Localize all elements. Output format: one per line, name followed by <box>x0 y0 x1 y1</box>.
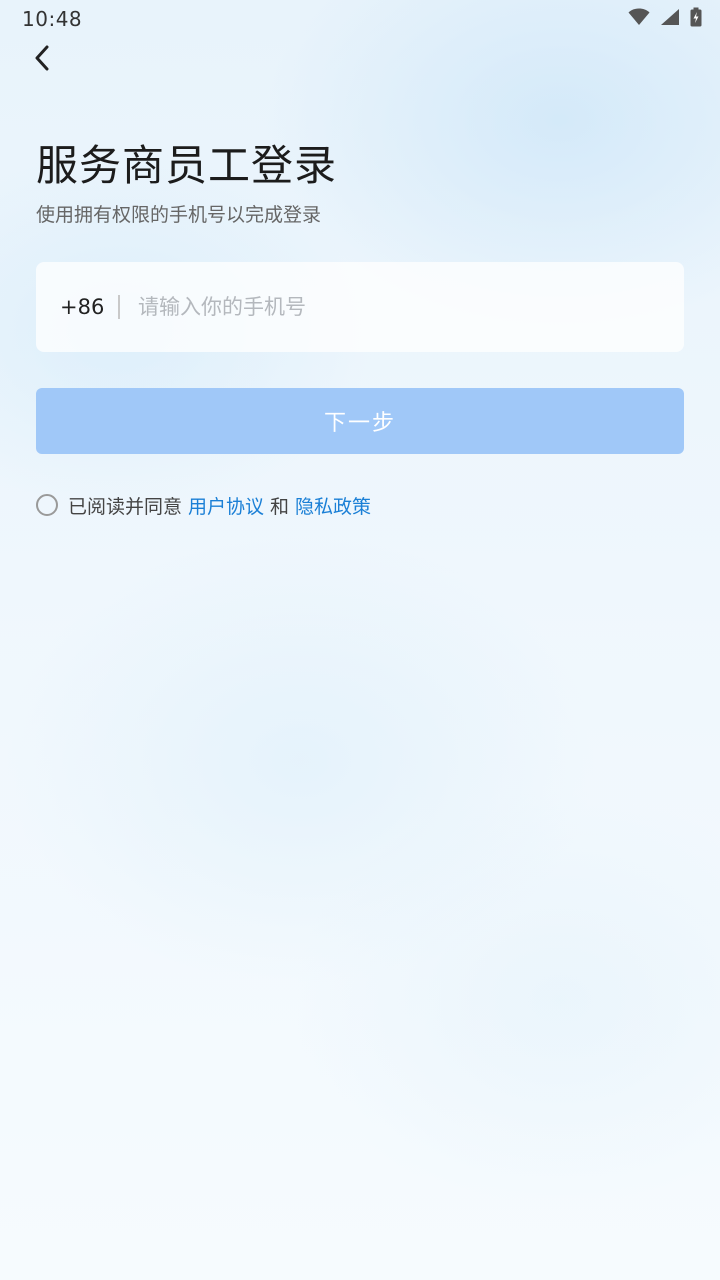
status-icons <box>628 7 702 27</box>
status-time: 10:48 <box>22 7 83 31</box>
agreement-radio[interactable] <box>36 494 58 516</box>
agreement-prefix: 已阅读并同意 <box>68 495 183 518</box>
signal-icon <box>660 8 680 26</box>
agreement-row: 已阅读并同意 用户协议 和 隐私政策 <box>36 490 377 520</box>
agreement-conjunction: 和 <box>270 495 290 518</box>
phone-input[interactable] <box>138 262 684 352</box>
privacy-policy-link[interactable]: 隐私政策 <box>295 492 371 519</box>
country-code[interactable]: +86 <box>60 295 108 319</box>
page-title: 服务商员工登录 <box>36 141 338 190</box>
page-subtitle: 使用拥有权限的手机号以完成登录 <box>36 204 322 226</box>
chevron-left-icon <box>34 45 50 75</box>
back-button[interactable] <box>24 42 60 78</box>
status-bar: 10:48 <box>0 0 720 36</box>
wifi-icon <box>628 8 650 26</box>
field-divider <box>118 295 120 319</box>
user-agreement-link[interactable]: 用户协议 <box>188 492 264 519</box>
next-button[interactable]: 下一步 <box>36 388 684 454</box>
phone-field: +86 <box>36 262 684 352</box>
battery-charging-icon <box>690 7 702 27</box>
